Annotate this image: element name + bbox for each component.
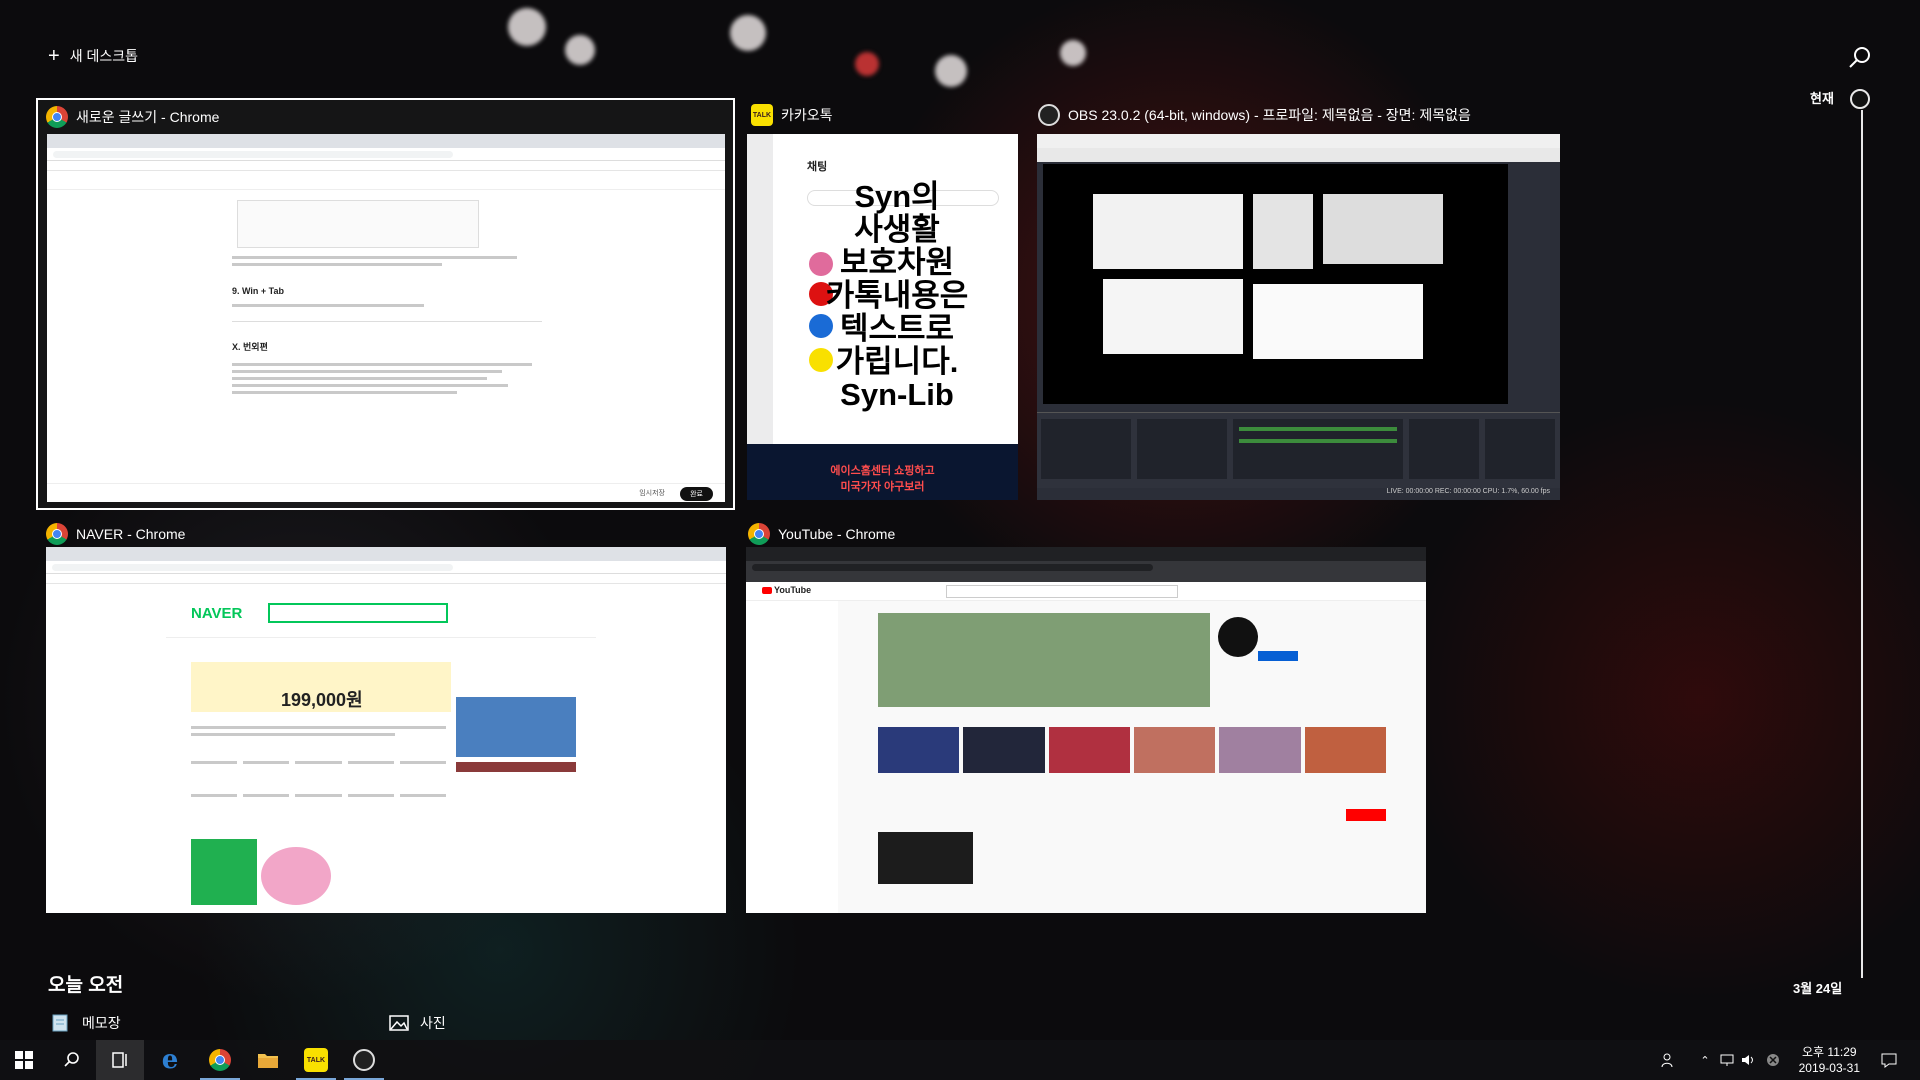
naver-ad-price: 199,000원 <box>281 690 363 710</box>
doc-heading: 9. Win + Tab <box>232 286 285 296</box>
window-preview: 채팅 Syn의 사생활 보호차원 카톡내용은 텍스트로 가립니다. Syn-Li… <box>747 134 1018 500</box>
window-title-bar: TALK 카카오톡 <box>751 104 833 126</box>
chat-panel-title: 채팅 <box>807 161 828 173</box>
window-preview: YouTube <box>746 547 1426 913</box>
timeline-search-button[interactable] <box>1846 44 1874 72</box>
privacy-overlay-text: Syn의 사생활 보호차원 카톡내용은 텍스트로 가립니다. Syn-Lib <box>825 179 969 412</box>
window-title: YouTube - Chrome <box>778 526 896 542</box>
taskbar-file-explorer[interactable] <box>244 1040 292 1080</box>
kakaotalk-icon: TALK <box>304 1048 328 1072</box>
recent-activity-photos[interactable]: 사진 <box>388 1012 446 1034</box>
taskbar-edge[interactable]: e <box>146 1040 194 1080</box>
taskbar-chrome[interactable] <box>196 1040 244 1080</box>
window-title: 카카오톡 <box>781 107 833 123</box>
window-preview: NAVER 199,000원 <box>46 547 726 913</box>
activity-section-title: 오늘 오전 <box>48 975 124 996</box>
timeline-current-label: 현재 <box>1810 91 1834 106</box>
stage-light <box>935 55 967 87</box>
window-thumbnail-naver[interactable]: NAVER - Chrome NAVER 199,000원 <box>38 517 728 917</box>
recent-activity-label: 메모장 <box>82 1015 121 1031</box>
network-icon <box>1720 1054 1734 1066</box>
photos-icon <box>389 1015 409 1031</box>
windows-logo-icon <box>15 1051 33 1069</box>
window-thumbnail-youtube[interactable]: YouTube - Chrome YouTube <box>740 517 1430 917</box>
edge-icon: e <box>161 1045 179 1075</box>
chrome-icon <box>46 523 68 545</box>
window-title-bar: YouTube - Chrome <box>748 523 895 545</box>
search-icon <box>64 1052 79 1067</box>
obs-preview-canvas <box>1043 164 1508 404</box>
task-view-button[interactable] <box>96 1040 144 1080</box>
notepad-icon <box>52 1014 68 1032</box>
window-title-bar: 새로운 글쓰기 - Chrome <box>46 106 219 128</box>
people-button[interactable] <box>1658 1040 1680 1080</box>
chrome-icon <box>46 106 68 128</box>
plus-icon: + <box>48 45 60 67</box>
taskbar-kakaotalk[interactable]: TALK <box>292 1040 340 1080</box>
stage-light <box>1060 40 1086 66</box>
notification-icon <box>1881 1053 1897 1068</box>
timeline-date-label: 3월 24일 <box>1793 981 1843 996</box>
stage-light <box>730 15 766 51</box>
window-title: 새로운 글쓰기 - Chrome <box>76 109 220 125</box>
window-thumbnail-kakaotalk[interactable]: TALK 카카오톡 채팅 Syn의 사생활 보호차원 카톡내용은 텍스트로 가립… <box>743 98 1018 502</box>
start-button[interactable] <box>0 1040 48 1080</box>
new-desktop-button[interactable]: + 새 데스크톱 <box>48 44 138 68</box>
obs-icon <box>1038 104 1060 126</box>
doc-heading: X. 번외편 <box>232 342 268 352</box>
clock-time: 오후 11:29 <box>1802 1045 1857 1059</box>
taskbar-obs[interactable] <box>340 1040 388 1080</box>
window-title: NAVER - Chrome <box>76 526 186 542</box>
window-preview: 9. Win + Tab X. 번외편 임시저장 완료 <box>47 134 725 502</box>
window-preview: LIVE: 00:00:00 REC: 00:00:00 CPU: 1.7%, … <box>1037 134 1560 500</box>
obs-icon <box>353 1049 375 1071</box>
temp-save-button: 임시저장 <box>639 490 665 497</box>
recent-activity-notepad[interactable]: 메모장 <box>50 1012 121 1034</box>
youtube-logo: YouTube <box>774 585 812 595</box>
stage-light <box>508 8 546 46</box>
tray-volume[interactable] <box>1738 1040 1760 1080</box>
timeline-handle[interactable] <box>1850 89 1870 109</box>
tray-show-hidden[interactable]: ⌃ <box>1694 1040 1716 1080</box>
kakao-ad-banner: 에이스홈센터 쇼핑하고 미국가자 야구보러 <box>747 444 1018 500</box>
taskbar: e TALK ⌃ 오후 11:29 2019-03-31 <box>0 1040 1920 1080</box>
naver-logo: NAVER <box>191 605 243 622</box>
stage-light <box>855 52 879 76</box>
taskbar-search-button[interactable] <box>48 1040 96 1080</box>
chevron-up-icon: ⌃ <box>1700 1054 1710 1067</box>
action-center-button[interactable] <box>1874 1040 1904 1080</box>
recent-activity-label: 사진 <box>420 1015 446 1031</box>
publish-button: 완료 <box>680 487 713 501</box>
tray-network[interactable] <box>1716 1040 1738 1080</box>
window-title-bar: OBS 23.0.2 (64-bit, windows) - 프로파일: 제목없… <box>1038 104 1471 126</box>
clock-date: 2019-03-31 <box>1798 1061 1860 1075</box>
taskbar-clock[interactable]: 오후 11:29 2019-03-31 <box>1799 1044 1860 1076</box>
kakaotalk-icon: TALK <box>751 104 773 126</box>
window-thumbnail-writer[interactable]: 새로운 글쓰기 - Chrome 9. Win + Tab X. 번외편 임시저… <box>36 98 735 510</box>
close-circle-icon <box>1767 1054 1779 1066</box>
file-explorer-icon <box>258 1054 278 1068</box>
tray-status[interactable] <box>1762 1040 1784 1080</box>
search-icon <box>1849 47 1870 68</box>
chrome-icon <box>209 1049 231 1071</box>
volume-icon <box>1742 1055 1753 1065</box>
obs-status-bar: LIVE: 00:00:00 REC: 00:00:00 CPU: 1.7%, … <box>1037 488 1560 500</box>
timeline-scrollbar[interactable] <box>1861 110 1863 978</box>
window-title-bar: NAVER - Chrome <box>46 523 185 545</box>
window-thumbnail-obs[interactable]: OBS 23.0.2 (64-bit, windows) - 프로파일: 제목없… <box>1030 98 1560 502</box>
task-view-icon <box>112 1052 127 1068</box>
window-title: OBS 23.0.2 (64-bit, windows) - 프로파일: 제목없… <box>1068 107 1471 123</box>
people-icon <box>1661 1053 1673 1068</box>
stage-light <box>565 35 595 65</box>
chrome-icon <box>748 523 770 545</box>
new-desktop-label: 새 데스크톱 <box>69 48 138 64</box>
